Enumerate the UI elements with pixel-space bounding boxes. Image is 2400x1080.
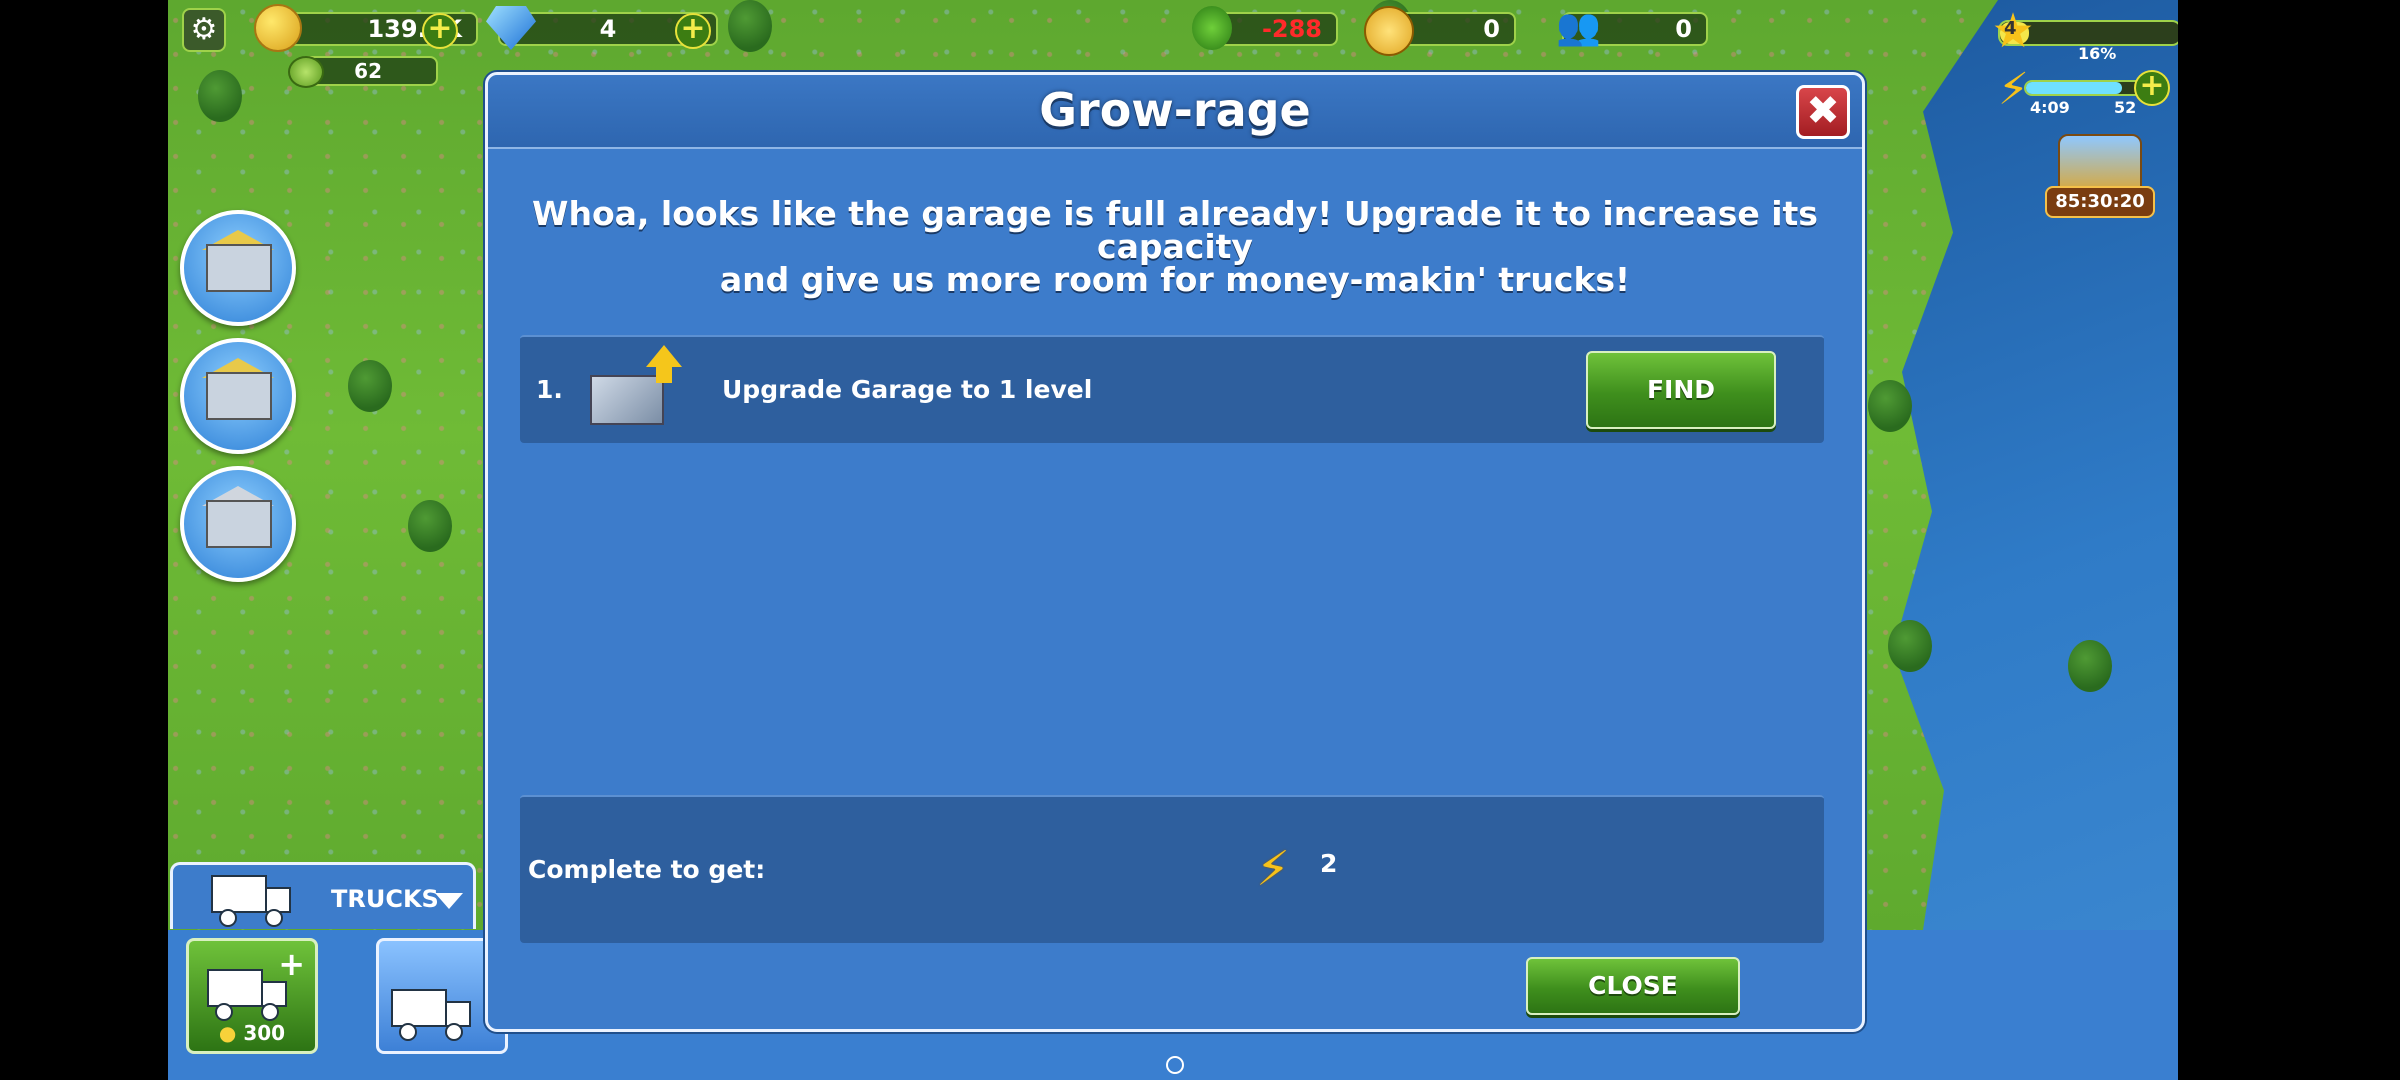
smiley-icon (1364, 6, 1414, 56)
quest-dialog: Grow-rage ✖ Whoa, looks like the garage … (485, 72, 1865, 1032)
task-number: 1. (536, 375, 563, 404)
trucks-tab-label: TRUCKS (331, 885, 439, 913)
coin-icon (254, 4, 302, 52)
eco-counter: -288 (1218, 12, 1338, 46)
energy-bar-fill (2026, 82, 2122, 94)
chest-timer: 85:30:20 (2045, 186, 2155, 218)
garage-upgrade-icon (580, 345, 690, 437)
residential-button[interactable] (180, 338, 296, 454)
find-button[interactable]: FIND (1586, 351, 1776, 429)
tree-decoration (2068, 640, 2112, 692)
happiness-value: 0 (1483, 15, 1500, 43)
chest-icon[interactable] (2058, 134, 2142, 194)
tree-decoration (348, 360, 392, 412)
task-label: Upgrade Garage to 1 level (722, 375, 1093, 404)
buy-truck-price: 300 (243, 1021, 286, 1045)
reward-label: Complete to get: (528, 855, 766, 884)
buy-truck-button[interactable]: + ● 300 (186, 938, 318, 1054)
lightning-reward-icon: ⚡ (1256, 841, 1290, 897)
energy-value: 52 (2114, 98, 2137, 117)
level-value: 4 (2004, 18, 2017, 39)
tree-decoration (198, 70, 242, 122)
tree-decoration (1868, 380, 1912, 432)
add-gems-button[interactable]: + (675, 13, 711, 49)
tree-decoration (408, 500, 452, 552)
trucks-tab[interactable]: TRUCKS (170, 862, 476, 929)
dialog-title: Grow-rage (1039, 83, 1311, 137)
gear-icon: ⚙ (190, 12, 218, 47)
settings-button[interactable]: ⚙ (182, 8, 226, 52)
reward-value: 2 (1320, 849, 1338, 878)
cash-icon (288, 56, 324, 88)
eco-value: -288 (1261, 15, 1322, 43)
task-row: 1. Upgrade Garage to 1 level FIND (520, 335, 1824, 443)
add-energy-button[interactable]: + (2134, 70, 2170, 106)
dialog-message: Whoa, looks like the garage is full alre… (532, 194, 1818, 299)
coin-icon: ● (218, 1021, 237, 1045)
people-icon: 👥 (1556, 7, 1601, 48)
gems-value: 4 (599, 15, 617, 43)
lightning-icon: ⚡ (1998, 64, 2029, 115)
add-coins-button[interactable]: + (422, 13, 458, 49)
energy-timer: 4:09 (2030, 98, 2070, 117)
shop-button[interactable] (180, 466, 296, 582)
energy-bar (2024, 80, 2148, 96)
cash-value: 62 (354, 59, 382, 83)
chevron-down-icon (435, 893, 463, 909)
tree-decoration (728, 0, 772, 52)
home-indicator (1166, 1056, 1184, 1074)
xp-percent: 16% (2078, 44, 2117, 63)
close-button[interactable]: CLOSE (1526, 957, 1740, 1015)
close-icon[interactable]: ✖ (1796, 85, 1850, 139)
reward-box: Complete to get: ⚡ 2 (520, 795, 1824, 943)
dialog-header: Grow-rage ✖ (488, 75, 1862, 149)
population-value: 0 (1675, 15, 1692, 43)
upgrade-building-button[interactable] (180, 210, 296, 326)
tree-decoration (1888, 620, 1932, 672)
tree-icon (1192, 6, 1232, 50)
plus-icon: + (278, 945, 305, 983)
